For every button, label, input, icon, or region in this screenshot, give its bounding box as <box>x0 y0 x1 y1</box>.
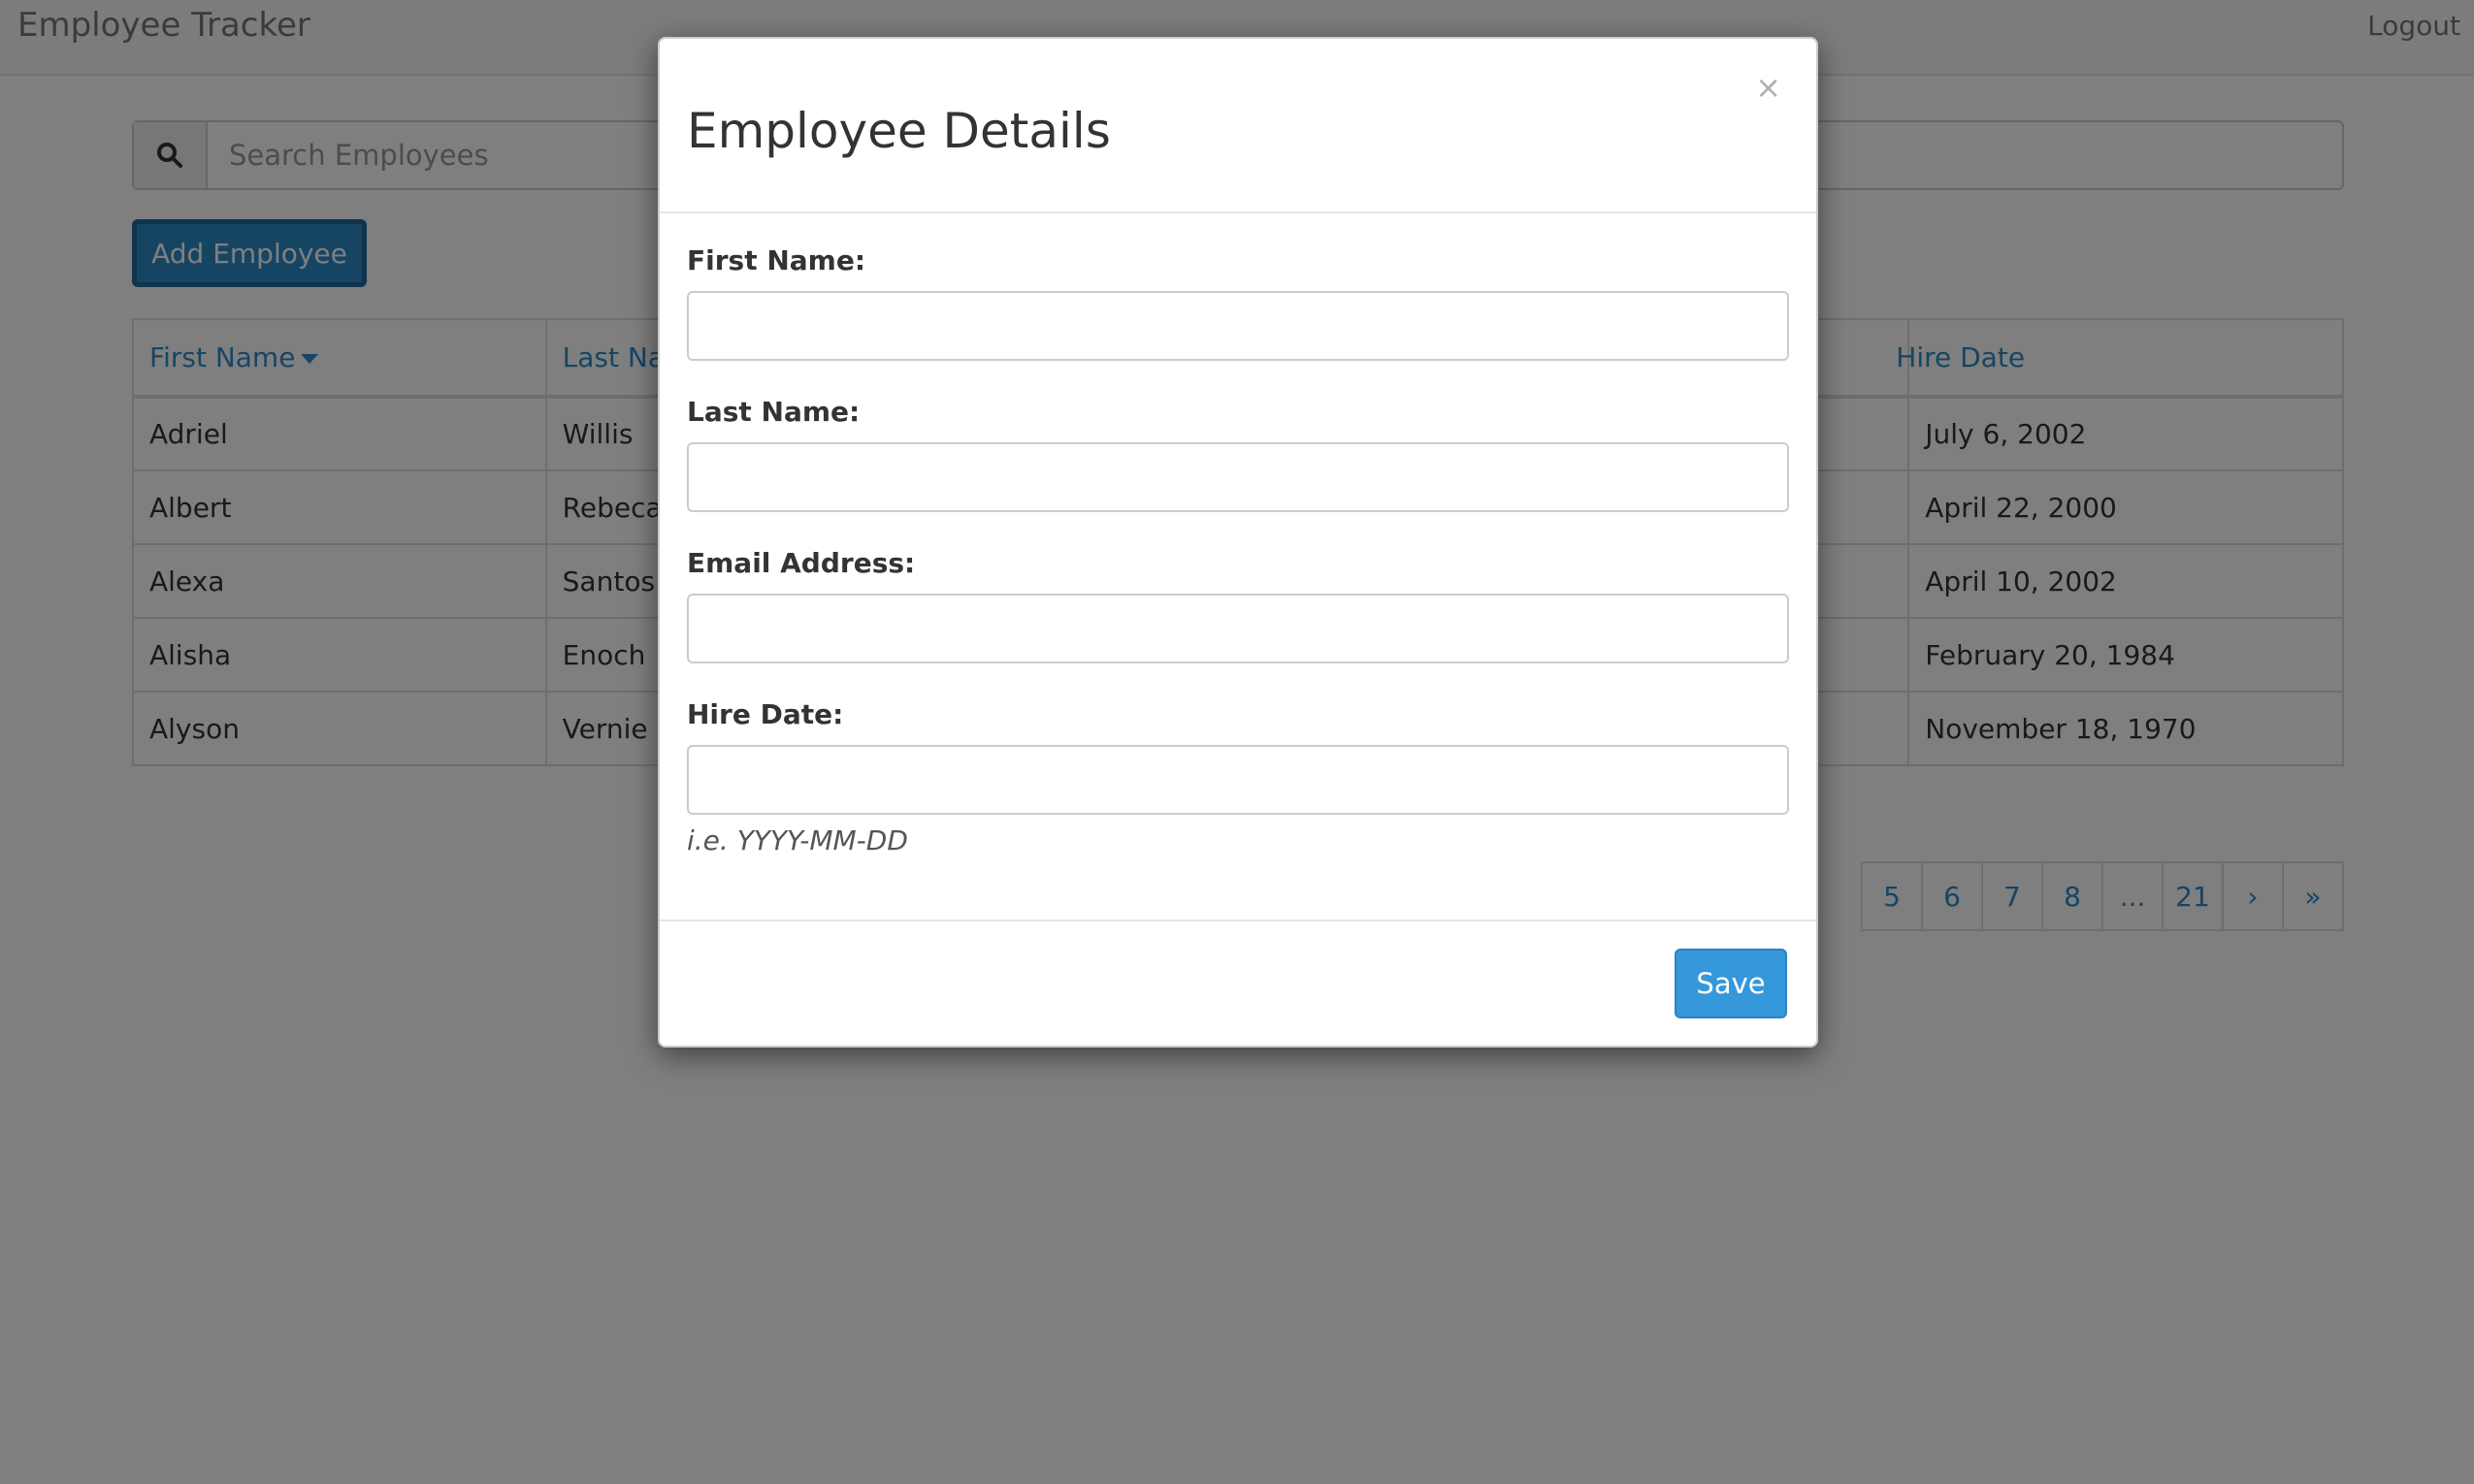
email-label: Email Address: <box>687 547 916 579</box>
last-name-label: Last Name: <box>687 396 861 428</box>
hire-date-format-hint: i.e. YYYY-MM-DD <box>687 824 908 856</box>
save-button[interactable]: Save <box>1675 949 1787 1018</box>
hire-date-field[interactable] <box>687 745 1789 815</box>
first-name-field[interactable] <box>687 291 1789 361</box>
modal-header: Employee Details × <box>660 39 1816 213</box>
close-icon[interactable]: × <box>1749 68 1787 107</box>
employee-details-modal: Employee Details × First Name: Last Name… <box>658 37 1818 1048</box>
modal-title: Employee Details <box>687 103 1111 159</box>
email-field[interactable] <box>687 594 1789 663</box>
last-name-field[interactable] <box>687 442 1789 512</box>
first-name-label: First Name: <box>687 244 866 276</box>
modal-body: First Name: Last Name: Email Address: Hi… <box>660 213 1816 921</box>
hire-date-label: Hire Date: <box>687 698 844 730</box>
